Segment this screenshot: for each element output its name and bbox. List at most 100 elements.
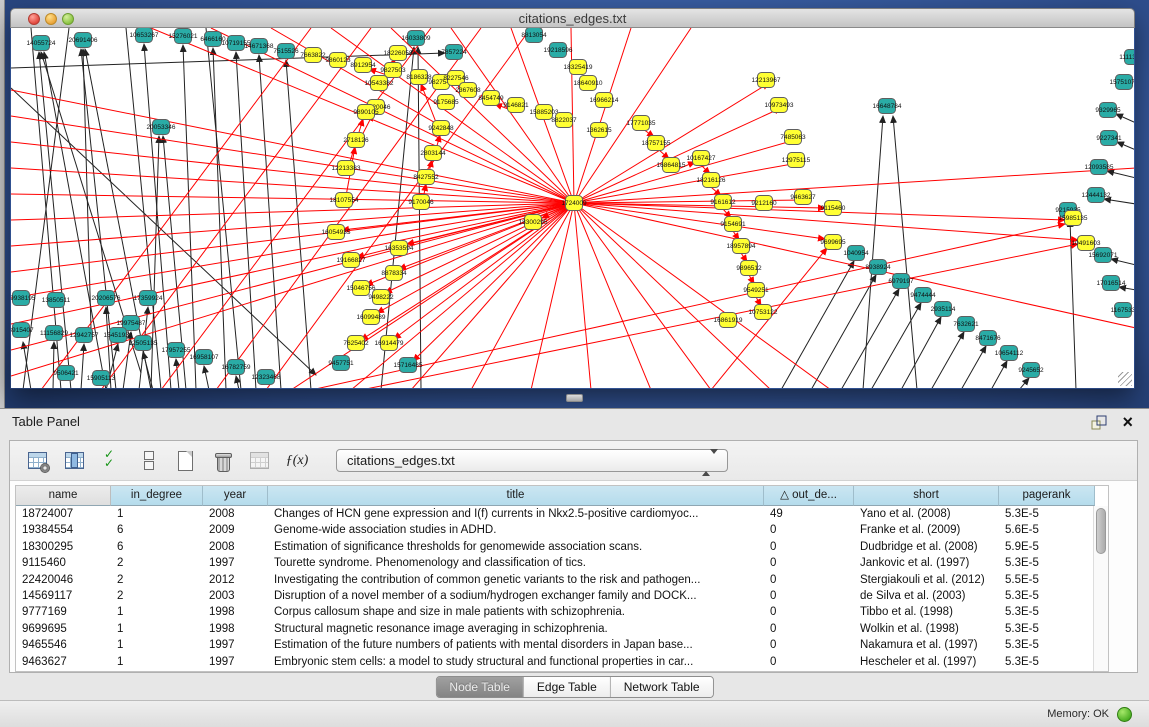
graph-edge[interactable] xyxy=(11,53,445,68)
column-header-out_de[interactable]: △ out_de... xyxy=(764,486,854,506)
graph-edge[interactable] xyxy=(1107,171,1134,178)
cell-name[interactable]: 18724007 xyxy=(16,506,111,522)
cell-out_de[interactable]: 0 xyxy=(764,604,854,620)
cell-pagerank[interactable]: 5.3E-5 xyxy=(999,604,1095,620)
window-titlebar[interactable]: citations_edges.txt xyxy=(10,8,1135,28)
cell-title[interactable]: Structural magnetic resonance image aver… xyxy=(268,621,764,637)
cell-pagerank[interactable]: 5.3E-5 xyxy=(999,621,1095,637)
cell-short[interactable]: de Silva et al. (2003) xyxy=(854,588,999,604)
column-header-short[interactable]: short xyxy=(854,486,999,506)
network-canvas[interactable]: 1405572420691406106532671527602164661601… xyxy=(11,28,1134,388)
graph-edge[interactable] xyxy=(574,203,825,239)
graph-edge[interactable] xyxy=(176,359,179,388)
cell-name[interactable]: 18300295 xyxy=(16,539,111,555)
column-header-in_degree[interactable]: in_degree xyxy=(111,486,203,506)
graph-edge[interactable] xyxy=(1104,199,1134,204)
cell-in_degree[interactable]: 2 xyxy=(111,572,203,588)
close-panel-icon[interactable]: × xyxy=(1122,409,1133,435)
network-view-window[interactable]: citations_edges.txt 14055724206914061065… xyxy=(10,8,1135,389)
cell-in_degree[interactable]: 1 xyxy=(111,637,203,653)
cell-in_degree[interactable]: 1 xyxy=(111,604,203,620)
table-row[interactable]: 1456911722003Disruption of a novel membe… xyxy=(16,588,1108,604)
table-row[interactable]: 977716911998Corpus callosum shape and si… xyxy=(16,604,1108,620)
cell-in_degree[interactable]: 2 xyxy=(111,588,203,604)
graph-edge[interactable] xyxy=(183,45,196,388)
cell-out_de[interactable]: 0 xyxy=(764,654,854,670)
cell-in_degree[interactable]: 1 xyxy=(111,506,203,522)
cell-out_de[interactable]: 0 xyxy=(764,539,854,555)
graph-edge[interactable] xyxy=(574,203,591,388)
cell-out_de[interactable]: 0 xyxy=(764,621,854,637)
cell-in_degree[interactable]: 2 xyxy=(111,555,203,571)
cell-name[interactable]: 9115460 xyxy=(16,555,111,571)
tab-node-table[interactable]: Node Table xyxy=(436,677,524,697)
cell-short[interactable]: Jankovic et al. (1997) xyxy=(854,555,999,571)
cell-out_de[interactable]: 0 xyxy=(764,555,854,571)
new-table-icon[interactable] xyxy=(174,450,198,472)
column-header-name[interactable]: name xyxy=(16,486,111,506)
cell-name[interactable]: 9463627 xyxy=(16,654,111,670)
column-select-icon[interactable] xyxy=(63,450,87,472)
cell-title[interactable]: Genome-wide association studies in ADHD. xyxy=(268,522,764,538)
graph-edge[interactable] xyxy=(1019,378,1029,388)
cell-short[interactable]: Dudbridge et al. (2008) xyxy=(854,539,999,555)
cell-year[interactable]: 2008 xyxy=(203,539,268,555)
cell-title[interactable]: Changes of HCN gene expression and I(f) … xyxy=(268,506,764,522)
cell-name[interactable]: 9699695 xyxy=(16,621,111,637)
graph-edge[interactable] xyxy=(961,346,986,388)
graph-edge[interactable] xyxy=(1116,114,1134,123)
graph-edge[interactable] xyxy=(236,376,239,388)
table-row[interactable]: 1938455462009Genome-wide association stu… xyxy=(16,522,1108,538)
cell-pagerank[interactable]: 5.3E-5 xyxy=(999,506,1095,522)
graph-edge[interactable] xyxy=(418,47,421,388)
graph-edge[interactable] xyxy=(574,203,1134,328)
table-row[interactable]: 1830029562008Estimation of significance … xyxy=(16,539,1108,555)
graph-edge[interactable] xyxy=(11,203,574,376)
graph-edge[interactable] xyxy=(893,116,917,388)
cell-name[interactable]: 9465546 xyxy=(16,637,111,653)
cell-year[interactable]: 2008 xyxy=(203,506,268,522)
cell-pagerank[interactable]: 5.9E-5 xyxy=(999,539,1095,555)
graph-edge[interactable] xyxy=(411,203,574,388)
cell-out_de[interactable]: 49 xyxy=(764,506,854,522)
graph-edge[interactable] xyxy=(931,332,964,388)
cell-out_de[interactable]: 0 xyxy=(764,637,854,653)
table-row[interactable]: 969969511998Structural magnetic resonanc… xyxy=(16,621,1108,637)
table-vertical-scrollbar[interactable] xyxy=(1093,506,1108,671)
column-header-pagerank[interactable]: pagerank xyxy=(999,486,1095,506)
table-row[interactable]: 1872400712008Changes of HCN gene express… xyxy=(16,506,1108,522)
graph-edge[interactable] xyxy=(574,203,1065,220)
cell-short[interactable]: Hescheler et al. (1997) xyxy=(854,654,999,670)
graph-edge[interactable] xyxy=(151,136,159,388)
graph-edge[interactable] xyxy=(991,361,1007,388)
graph-edge[interactable] xyxy=(1119,287,1134,290)
float-panel-icon[interactable] xyxy=(1091,415,1107,430)
import-table-icon[interactable] xyxy=(248,450,272,472)
graph-edge[interactable] xyxy=(236,52,256,388)
cell-title[interactable]: Tourette syndrome. Phenomenology and cla… xyxy=(268,555,764,571)
cell-pagerank[interactable]: 5.3E-5 xyxy=(999,654,1095,670)
select-rows-icon[interactable] xyxy=(100,450,124,472)
cell-year[interactable]: 1997 xyxy=(203,637,268,653)
cell-year[interactable]: 1997 xyxy=(203,654,268,670)
graph-edge[interactable] xyxy=(1111,259,1134,265)
cell-year[interactable]: 2012 xyxy=(203,572,268,588)
table-settings-icon[interactable] xyxy=(26,450,50,472)
table-select-dropdown[interactable]: citations_edges.txt xyxy=(336,449,728,472)
cell-out_de[interactable]: 0 xyxy=(764,522,854,538)
window-resize-grip[interactable] xyxy=(1118,372,1132,386)
cell-short[interactable]: Tibbo et al. (1998) xyxy=(854,604,999,620)
cell-pagerank[interactable]: 5.3E-5 xyxy=(999,588,1095,604)
cell-title[interactable]: Estimation of significance thresholds fo… xyxy=(268,539,764,555)
graph-edge[interactable] xyxy=(574,140,795,203)
cell-name[interactable]: 9777169 xyxy=(16,604,111,620)
cell-short[interactable]: Wolkin et al. (1998) xyxy=(854,621,999,637)
graph-edge[interactable] xyxy=(204,366,209,388)
table-row[interactable]: 2242004622012Investigating the contribut… xyxy=(16,572,1108,588)
graph-edge[interactable] xyxy=(11,203,574,350)
cell-title[interactable]: Disruption of a novel member of a sodium… xyxy=(268,588,764,604)
tab-network-table[interactable]: Network Table xyxy=(611,677,713,697)
cell-title[interactable]: Corpus callosum shape and size in male p… xyxy=(268,604,764,620)
graph-edge[interactable] xyxy=(574,28,691,203)
cell-name[interactable]: 14569117 xyxy=(16,588,111,604)
